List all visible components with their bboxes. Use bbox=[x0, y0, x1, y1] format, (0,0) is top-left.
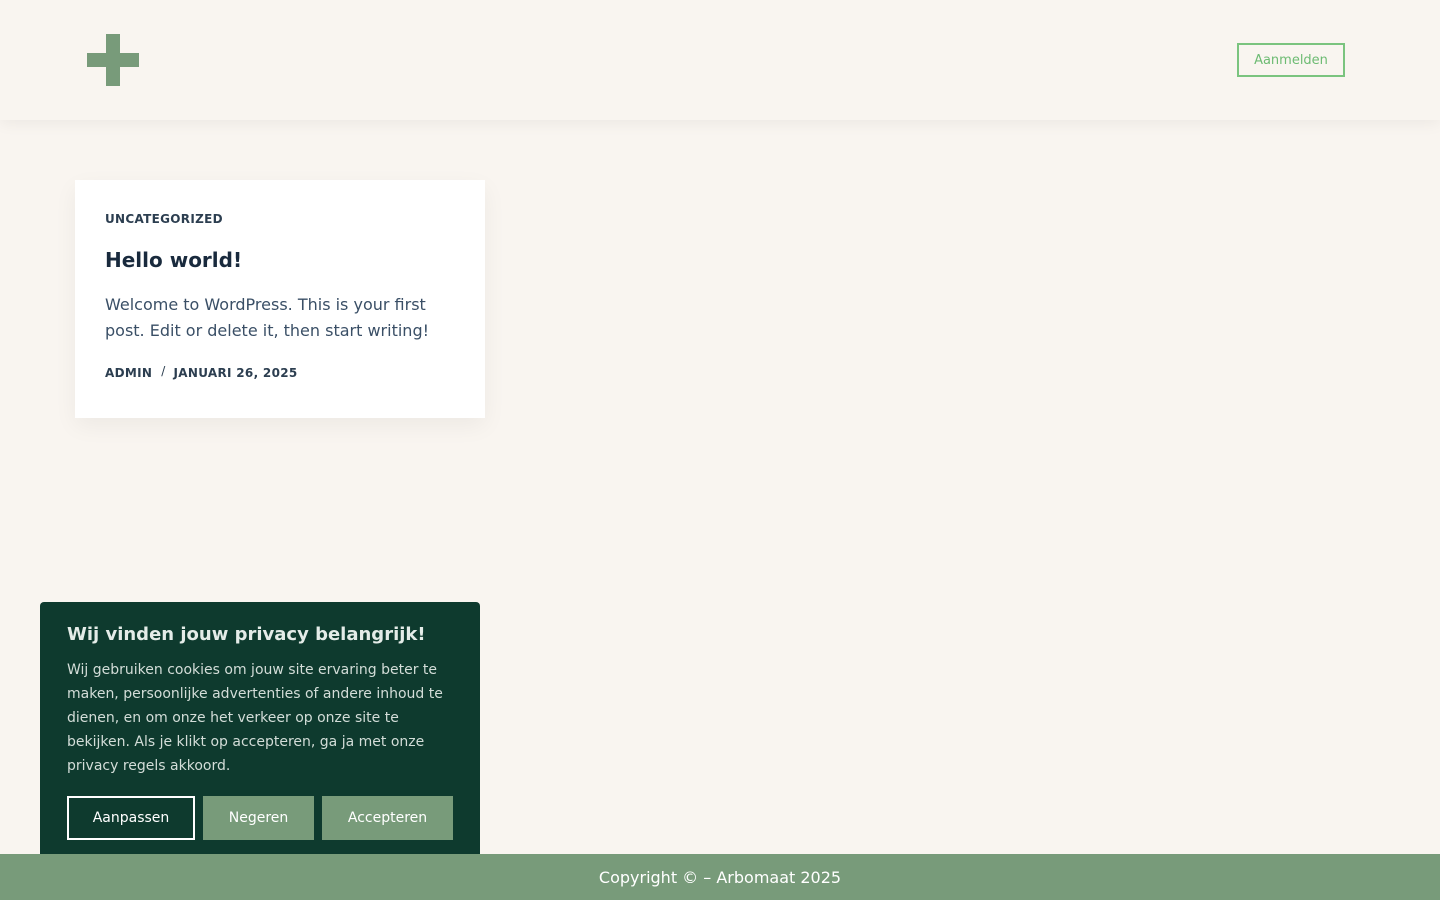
post-category-link[interactable]: UNCATEGORIZED bbox=[105, 212, 455, 226]
cookie-consent-banner: Wij vinden jouw privacy belangrijk! Wij … bbox=[40, 602, 480, 860]
login-button[interactable]: Aanmelden bbox=[1237, 43, 1345, 77]
post-title-link[interactable]: Hello world! bbox=[105, 248, 455, 272]
reject-button[interactable]: Negeren bbox=[203, 796, 314, 840]
post-date: JANUARI 26, 2025 bbox=[173, 366, 298, 380]
site-header: Aanmelden bbox=[0, 0, 1440, 120]
plus-icon[interactable] bbox=[87, 34, 139, 86]
post-excerpt: Welcome to WordPress. This is your first… bbox=[105, 295, 430, 340]
cookie-description: Wij gebruiken cookies om jouw site ervar… bbox=[67, 662, 443, 774]
post-author-link[interactable]: ADMIN bbox=[105, 366, 152, 380]
post-card: UNCATEGORIZED Hello world! Welcome to Wo… bbox=[75, 180, 485, 418]
copyright-text: Copyright © – Arbomaat 2025 bbox=[598, 867, 842, 887]
post-meta: ADMIN / JANUARI 26, 2025 bbox=[105, 364, 455, 380]
cookie-button-row: Aanpassen Negeren Accepteren bbox=[67, 796, 453, 840]
cookie-title: Wij vinden jouw privacy belangrijk! bbox=[67, 624, 426, 645]
accept-button[interactable]: Accepteren bbox=[322, 796, 453, 840]
customize-button[interactable]: Aanpassen bbox=[67, 796, 195, 840]
site-footer: Copyright © – Arbomaat 2025 bbox=[0, 854, 1440, 900]
meta-separator: / bbox=[161, 364, 166, 378]
